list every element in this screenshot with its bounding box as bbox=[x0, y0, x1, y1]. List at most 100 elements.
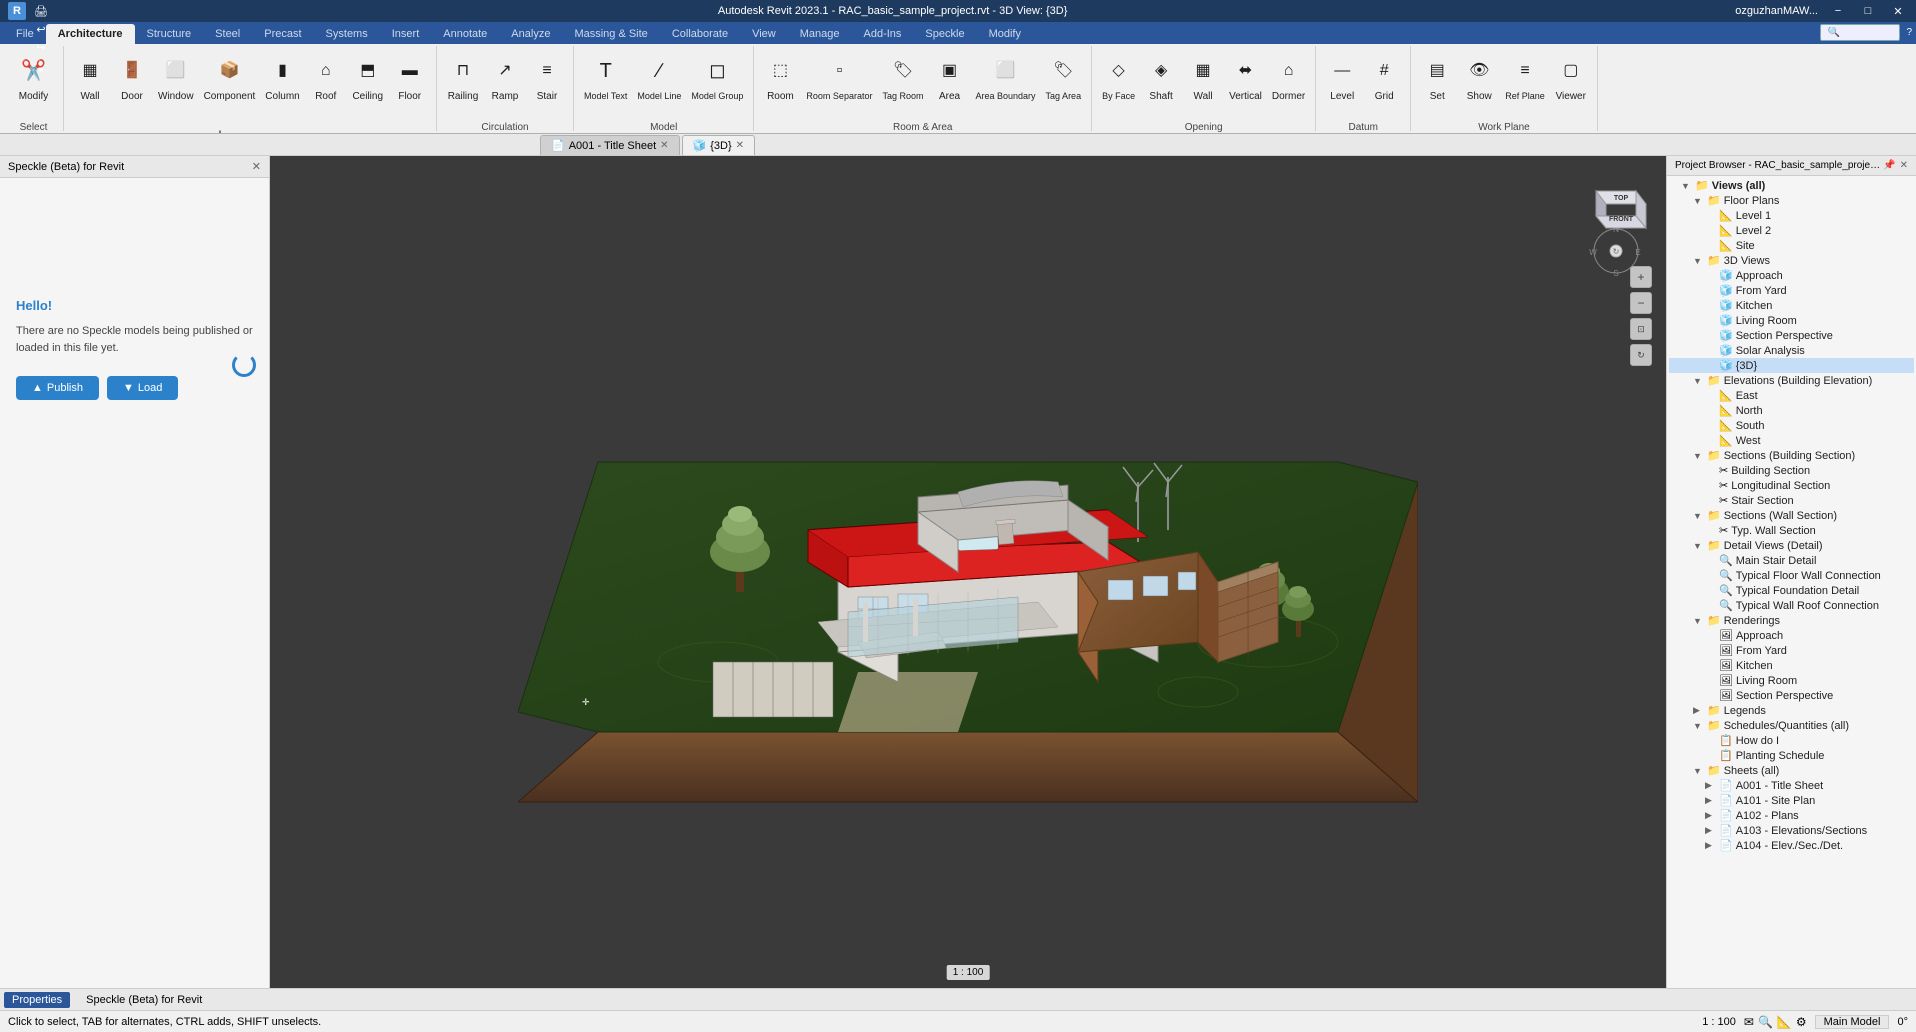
tree-wall-roof-conn[interactable]: 🔍 Typical Wall Roof Connection bbox=[1669, 598, 1914, 613]
close-btn[interactable]: ✕ bbox=[1888, 3, 1908, 19]
tree-west[interactable]: 📐 West bbox=[1669, 433, 1914, 448]
by-face-btn[interactable]: ◇ By Face bbox=[1098, 52, 1139, 120]
show-btn[interactable]: 👁 Show bbox=[1459, 52, 1499, 120]
column-btn[interactable]: ▮ Column bbox=[261, 52, 303, 120]
zoom-out-btn[interactable]: − bbox=[1630, 292, 1652, 314]
tree-approach[interactable]: 🧊 Approach bbox=[1669, 268, 1914, 283]
tree-level1[interactable]: 📐 Level 1 bbox=[1669, 208, 1914, 223]
room-sep-btn[interactable]: ▫ Room Separator bbox=[802, 52, 876, 120]
curtain-system-btn[interactable]: ⊞ Curtain System bbox=[70, 122, 140, 134]
tree-kitchen[interactable]: 🧊 Kitchen bbox=[1669, 298, 1914, 313]
tree-detail-views[interactable]: ▼ 📁 Detail Views (Detail) bbox=[1669, 538, 1914, 553]
ref-plane-btn[interactable]: ≡ Ref Plane bbox=[1501, 52, 1549, 120]
tree-east[interactable]: 📐 East bbox=[1669, 388, 1914, 403]
tab-3d-close[interactable]: ✕ bbox=[736, 140, 744, 151]
tree-longitudinal-section[interactable]: ✂ Longitudinal Section bbox=[1669, 478, 1914, 493]
stair-btn[interactable]: ≡ Stair bbox=[527, 52, 567, 120]
tree-3d[interactable]: 🧊 {3D} bbox=[1669, 358, 1914, 373]
tree-elevations[interactable]: ▼ 📁 Elevations (Building Elevation) bbox=[1669, 373, 1914, 388]
speckle-tab[interactable]: Speckle (Beta) for Revit bbox=[78, 992, 210, 1008]
tab-massing[interactable]: Massing & Site bbox=[562, 24, 659, 44]
roof-btn[interactable]: ⌂ Roof bbox=[306, 52, 346, 120]
maximize-btn[interactable]: □ bbox=[1858, 3, 1878, 19]
tree-sheet-a001[interactable]: ▶ 📄 A001 - Title Sheet bbox=[1669, 778, 1914, 793]
tree-main-stair-detail[interactable]: 🔍 Main Stair Detail bbox=[1669, 553, 1914, 568]
tree-building-section[interactable]: ✂ Building Section bbox=[1669, 463, 1914, 478]
tree-floor-plans[interactable]: ▼ 📁 Floor Plans bbox=[1669, 193, 1914, 208]
tree-solar-analysis[interactable]: 🧊 Solar Analysis bbox=[1669, 343, 1914, 358]
component-btn[interactable]: 📦 Component bbox=[200, 52, 260, 120]
tab-title-sheet-close[interactable]: ✕ bbox=[660, 140, 668, 151]
tab-annotate[interactable]: Annotate bbox=[431, 24, 499, 44]
railing-btn[interactable]: ⊓ Railing bbox=[443, 52, 483, 120]
tree-rend-from-yard[interactable]: 🖼 From Yard bbox=[1669, 643, 1914, 658]
model-group-btn[interactable]: ◻ Model Group bbox=[687, 52, 747, 120]
tree-living-room[interactable]: 🧊 Living Room bbox=[1669, 313, 1914, 328]
properties-tab[interactable]: Properties bbox=[4, 992, 70, 1008]
tab-manage[interactable]: Manage bbox=[788, 24, 852, 44]
tab-addins[interactable]: Add-Ins bbox=[852, 24, 914, 44]
right-panel-pin[interactable]: 📌 bbox=[1883, 160, 1895, 171]
tree-renderings[interactable]: ▼ 📁 Renderings bbox=[1669, 613, 1914, 628]
tree-wall-section[interactable]: ✂ Typ. Wall Section bbox=[1669, 523, 1914, 538]
tab-structure[interactable]: Structure bbox=[135, 24, 204, 44]
tree-sections-building[interactable]: ▼ 📁 Sections (Building Section) bbox=[1669, 448, 1914, 463]
shaft-btn[interactable]: ◈ Shaft bbox=[1141, 52, 1181, 120]
view-cube[interactable]: N E S W FRONT TOP ↻ bbox=[1566, 176, 1646, 256]
tree-level2[interactable]: 📐 Level 2 bbox=[1669, 223, 1914, 238]
tree-how-do-i[interactable]: 📋 How do I bbox=[1669, 733, 1914, 748]
tree-section-perspective[interactable]: 🧊 Section Perspective bbox=[1669, 328, 1914, 343]
tree-site[interactable]: 📐 Site bbox=[1669, 238, 1914, 253]
tree-schedules[interactable]: ▼ 📁 Schedules/Quantities (all) bbox=[1669, 718, 1914, 733]
load-btn[interactable]: ▼ Load bbox=[107, 376, 178, 400]
tab-title-sheet[interactable]: 📄 A001 - Title Sheet ✕ bbox=[540, 135, 680, 155]
tree-south[interactable]: 📐 South bbox=[1669, 418, 1914, 433]
model-line-btn[interactable]: ∕ Model Line bbox=[633, 52, 685, 120]
tree-sheet-a104[interactable]: ▶ 📄 A104 - Elev./Sec./Det. bbox=[1669, 838, 1914, 853]
tree-rend-living-room[interactable]: 🖼 Living Room bbox=[1669, 673, 1914, 688]
mullion-btn[interactable]: ┤ Mullion bbox=[200, 122, 240, 134]
tab-steel[interactable]: Steel bbox=[203, 24, 252, 44]
search-input[interactable] bbox=[1820, 24, 1900, 41]
tab-file[interactable]: File bbox=[4, 24, 46, 44]
window-btn[interactable]: ⬜ Window bbox=[154, 52, 198, 120]
room-btn[interactable]: ⬚ Room bbox=[760, 52, 800, 120]
level-btn[interactable]: — Level bbox=[1322, 52, 1362, 120]
tree-legends[interactable]: ▶ 📁 Legends bbox=[1669, 703, 1914, 718]
right-panel-close[interactable]: ✕ bbox=[1900, 160, 1908, 171]
viewport[interactable]: N E S W FRONT TOP ↻ bbox=[270, 156, 1666, 988]
tab-speckle[interactable]: Speckle bbox=[913, 24, 976, 44]
ramp-btn[interactable]: ↗ Ramp bbox=[485, 52, 525, 120]
tree-floor-wall-conn[interactable]: 🔍 Typical Floor Wall Connection bbox=[1669, 568, 1914, 583]
tree-sheets[interactable]: ▼ 📁 Sheets (all) bbox=[1669, 763, 1914, 778]
tab-architecture[interactable]: Architecture bbox=[46, 24, 135, 44]
tree-foundation-detail[interactable]: 🔍 Typical Foundation Detail bbox=[1669, 583, 1914, 598]
tree-rend-kitchen[interactable]: 🖼 Kitchen bbox=[1669, 658, 1914, 673]
area-boundary-btn[interactable]: ⬜ Area Boundary bbox=[972, 52, 1040, 120]
tree-sheet-a101[interactable]: ▶ 📄 A101 - Site Plan bbox=[1669, 793, 1914, 808]
tree-sheet-a102[interactable]: ▶ 📄 A102 - Plans bbox=[1669, 808, 1914, 823]
tree-rend-approach[interactable]: 🖼 Approach bbox=[1669, 628, 1914, 643]
tag-area-btn[interactable]: 🏷 Tag Area bbox=[1042, 52, 1086, 120]
tree-north[interactable]: 📐 North bbox=[1669, 403, 1914, 418]
tab-collaborate[interactable]: Collaborate bbox=[660, 24, 740, 44]
tree-stair-section[interactable]: ✂ Stair Section bbox=[1669, 493, 1914, 508]
tab-view[interactable]: View bbox=[740, 24, 788, 44]
tab-insert[interactable]: Insert bbox=[380, 24, 432, 44]
set-btn[interactable]: ▤ Set bbox=[1417, 52, 1457, 120]
tag-room-btn[interactable]: 🏷 Tag Room bbox=[878, 52, 927, 120]
model-text-btn[interactable]: T Model Text bbox=[580, 52, 631, 120]
curtain-grid-btn[interactable]: ⊟ Curtain Grid bbox=[142, 122, 199, 134]
dormer-btn[interactable]: ⌂ Dormer bbox=[1268, 52, 1309, 120]
modify-btn[interactable]: ✂️ Modify bbox=[12, 52, 56, 120]
tree-sheet-a103[interactable]: ▶ 📄 A103 - Elevations/Sections bbox=[1669, 823, 1914, 838]
wall-btn[interactable]: ▦ Wall bbox=[70, 52, 110, 120]
tab-analyze[interactable]: Analyze bbox=[499, 24, 562, 44]
tree-sections-wall[interactable]: ▼ 📁 Sections (Wall Section) bbox=[1669, 508, 1914, 523]
tree-views-all[interactable]: ▼ 📁 Views (all) bbox=[1669, 178, 1914, 193]
tree-planting-schedule[interactable]: 📋 Planting Schedule bbox=[1669, 748, 1914, 763]
zoom-fit-btn[interactable]: ⊡ bbox=[1630, 318, 1652, 340]
tab-precast[interactable]: Precast bbox=[252, 24, 313, 44]
vertical-btn[interactable]: ⬌ Vertical bbox=[1225, 52, 1266, 120]
tree-3d-views[interactable]: ▼ 📁 3D Views bbox=[1669, 253, 1914, 268]
